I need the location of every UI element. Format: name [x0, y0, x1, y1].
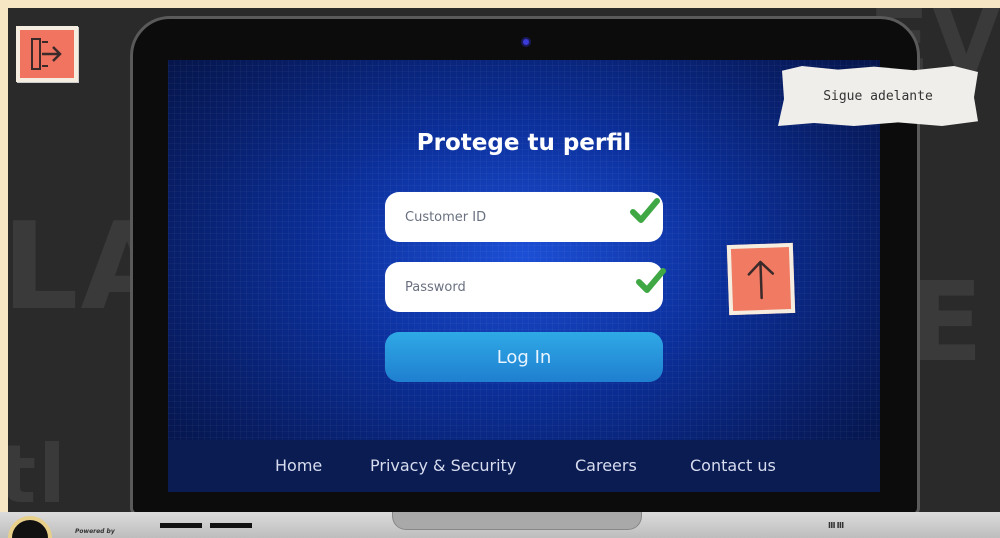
customer-id-field[interactable]: Customer ID: [385, 192, 663, 242]
background-text: tl: [8, 428, 68, 521]
login-title: Protege tu perfil: [416, 130, 632, 156]
up-arrow-icon: [747, 260, 775, 300]
login-button[interactable]: Log In: [385, 332, 663, 382]
check-icon: [636, 268, 666, 293]
exit-icon: [31, 38, 62, 70]
mini-logo: ⅢⅢ: [828, 521, 846, 530]
powered-by-label: Powered by: [75, 528, 115, 535]
footer-link-privacy-security[interactable]: Privacy & Security: [370, 456, 516, 475]
password-placeholder: Password: [405, 279, 466, 295]
screen-footer: Home Privacy & Security Careers Contact …: [168, 440, 880, 492]
brand-mark: [210, 523, 252, 528]
laptop-notch: [392, 512, 642, 530]
note-sigue-adelante: Sigue adelante: [778, 66, 978, 126]
customer-id-placeholder: Customer ID: [405, 209, 487, 225]
exit-button[interactable]: [16, 26, 78, 82]
check-icon: [630, 198, 660, 223]
footer-link-careers[interactable]: Careers: [575, 456, 637, 475]
scroll-up-button[interactable]: [726, 242, 796, 316]
brand-mark: [160, 523, 202, 528]
note-text: Sigue adelante: [823, 88, 933, 104]
camera-icon: [521, 37, 531, 47]
footer-link-contact-us[interactable]: Contact us: [690, 456, 776, 475]
footer-link-home[interactable]: Home: [275, 456, 322, 475]
password-field[interactable]: Password: [385, 262, 663, 312]
